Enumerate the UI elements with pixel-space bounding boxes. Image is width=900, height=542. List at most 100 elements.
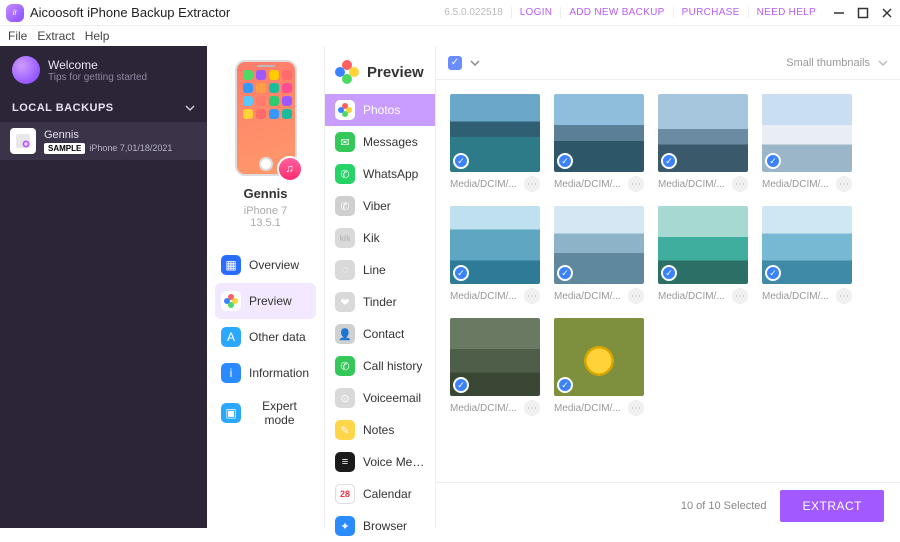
category-icon: ◌ [335, 260, 355, 280]
thumbnail-checkbox[interactable]: ✓ [557, 153, 573, 169]
backup-icon [10, 128, 36, 154]
category-label: Photos [363, 103, 400, 117]
thumbnail-image: ✓ [554, 94, 644, 172]
thumbnail-more-button[interactable]: ⋯ [836, 176, 852, 192]
thumbnail-more-button[interactable]: ⋯ [628, 288, 644, 304]
thumbnail-image: ✓ [450, 318, 540, 396]
category-label: Call history [363, 359, 422, 373]
nav-item-preview[interactable]: Preview [215, 283, 316, 319]
category-label: Tinder [363, 295, 397, 309]
thumbnail-image: ✓ [450, 206, 540, 284]
select-all-checkbox[interactable]: ✓ [448, 56, 462, 70]
category-messages[interactable]: ✉Messages [325, 126, 435, 158]
thumbnail[interactable]: ✓ Media/DCIM/... ⋯ [450, 318, 540, 416]
thumbnail[interactable]: ✓Media/DCIM/...⋯ [762, 206, 852, 304]
nav-icon: A [221, 327, 241, 347]
title-bar: Aicoosoft iPhone Backup Extractor 6.5.0.… [0, 0, 900, 26]
maximize-button[interactable] [856, 6, 870, 20]
thumbnail-more-button[interactable]: ⋯ [836, 288, 852, 304]
phone-app-icon [282, 96, 292, 106]
thumbnail-more-button[interactable]: ⋯ [628, 400, 644, 416]
thumbnail-checkbox[interactable]: ✓ [765, 265, 781, 281]
category-voice-memos[interactable]: ≡ Voice Memos [325, 446, 435, 478]
purchase-link[interactable]: PURCHASE [674, 7, 749, 18]
category-calendar[interactable]: 28Calendar [325, 478, 435, 510]
category-line[interactable]: ◌Line [325, 254, 435, 286]
nav-icon [221, 291, 241, 311]
category-label: Voice Memos [363, 455, 425, 469]
thumbnail[interactable]: ✓ Media/DCIM/... ⋯ [658, 94, 748, 192]
thumbnail-checkbox[interactable]: ✓ [453, 265, 469, 281]
local-backups-header[interactable]: LOCAL BACKUPS [0, 94, 207, 122]
thumbnail[interactable]: ✓Media/DCIM/...⋯ [554, 94, 644, 192]
menu-extract[interactable]: Extract [37, 29, 74, 43]
phone-app-icon [256, 96, 266, 106]
extract-button[interactable]: EXTRACT [780, 490, 884, 522]
content-footer: 10 of 10 Selected EXTRACT [436, 482, 900, 528]
thumbnail-more-button[interactable]: ⋯ [732, 176, 748, 192]
category-photos[interactable]: Photos [325, 94, 435, 126]
menu-help[interactable]: Help [85, 29, 110, 43]
nav-icon: ▦ [221, 255, 241, 275]
category-label: Contact [363, 327, 404, 341]
nav-item-overview[interactable]: ▦Overview [215, 247, 316, 283]
welcome-block[interactable]: Welcome Tips for getting started [0, 46, 207, 94]
thumbnail-more-button[interactable]: ⋯ [732, 288, 748, 304]
thumbnail-path: Media/DCIM/... [450, 403, 517, 414]
thumbnail-checkbox[interactable]: ✓ [453, 377, 469, 393]
selection-count: 10 of 10 Selected [681, 500, 767, 512]
thumbnail-path: Media/DCIM/... [658, 179, 725, 190]
category-icon: ✎ [335, 420, 355, 440]
category-call-history[interactable]: ✆Call history [325, 350, 435, 382]
thumbnail[interactable]: ✓Media/DCIM/...⋯ [762, 94, 852, 192]
thumbnail-more-button[interactable]: ⋯ [524, 288, 540, 304]
thumbnail-path: Media/DCIM/... [658, 291, 725, 302]
help-link[interactable]: NEED HELP [749, 7, 824, 18]
minimize-button[interactable] [832, 6, 846, 20]
thumbnail-more-button[interactable]: ⋯ [524, 400, 540, 416]
view-mode-chevron-icon[interactable] [878, 58, 888, 68]
category-tinder[interactable]: ❤Tinder [325, 286, 435, 318]
thumbnail-checkbox[interactable]: ✓ [765, 153, 781, 169]
phone-app-icon [256, 70, 266, 80]
nav-icon: ▣ [221, 403, 241, 423]
thumbnail[interactable]: ✓Media/DCIM/...⋯ [450, 206, 540, 304]
thumbnail-path: Media/DCIM/... [554, 403, 621, 414]
category-notes[interactable]: ✎Notes [325, 414, 435, 446]
sample-badge: SAMPLE [44, 143, 85, 154]
thumbnail-checkbox[interactable]: ✓ [661, 265, 677, 281]
nav-item-expert-mode[interactable]: ▣Expert mode [215, 391, 316, 435]
thumbnail[interactable]: ✓ Media/DCIM/... ⋯ [658, 206, 748, 304]
category-viber[interactable]: ✆Viber [325, 190, 435, 222]
category-kik[interactable]: kikKik [325, 222, 435, 254]
backup-item[interactable]: Gennis SAMPLE iPhone 7,01/18/2021 [0, 122, 207, 160]
login-link[interactable]: LOGIN [512, 7, 562, 18]
thumbnail[interactable]: ✓Media/DCIM/...⋯ [554, 206, 644, 304]
category-icon: ✆ [335, 196, 355, 216]
nav-item-information[interactable]: iInformation [215, 355, 316, 391]
category-browser[interactable]: ✦Browser [325, 510, 435, 542]
menu-file[interactable]: File [8, 29, 27, 43]
phone-app-icon [243, 70, 253, 80]
select-dropdown-chevron-icon[interactable] [470, 58, 480, 68]
thumbnail[interactable]: ✓Media/DCIM/...⋯ [450, 94, 540, 192]
thumbnail-checkbox[interactable]: ✓ [453, 153, 469, 169]
local-backups-label: LOCAL BACKUPS [12, 102, 114, 114]
category-whatsapp[interactable]: ✆WhatsApp [325, 158, 435, 190]
close-button[interactable] [880, 6, 894, 20]
category-contact[interactable]: 👤Contact [325, 318, 435, 350]
thumbnail-checkbox[interactable]: ✓ [661, 153, 677, 169]
thumbnail-more-button[interactable]: ⋯ [524, 176, 540, 192]
category-voiceemail[interactable]: ⊙Voiceemail [325, 382, 435, 414]
nav-item-other-data[interactable]: AOther data [215, 319, 316, 355]
thumbnail-checkbox[interactable]: ✓ [557, 265, 573, 281]
category-icon: ✦ [335, 516, 355, 536]
category-icon: ≡ [335, 452, 355, 472]
welcome-subtitle: Tips for getting started [48, 72, 147, 83]
thumbnail-image: ✓ [658, 206, 748, 284]
add-backup-link[interactable]: ADD NEW BACKUP [561, 7, 673, 18]
categories-header: Preview [325, 46, 435, 94]
thumbnail-more-button[interactable]: ⋯ [628, 176, 644, 192]
thumbnail-checkbox[interactable]: ✓ [557, 377, 573, 393]
thumbnail[interactable]: ✓ Media/DCIM/... ⋯ [554, 318, 644, 416]
